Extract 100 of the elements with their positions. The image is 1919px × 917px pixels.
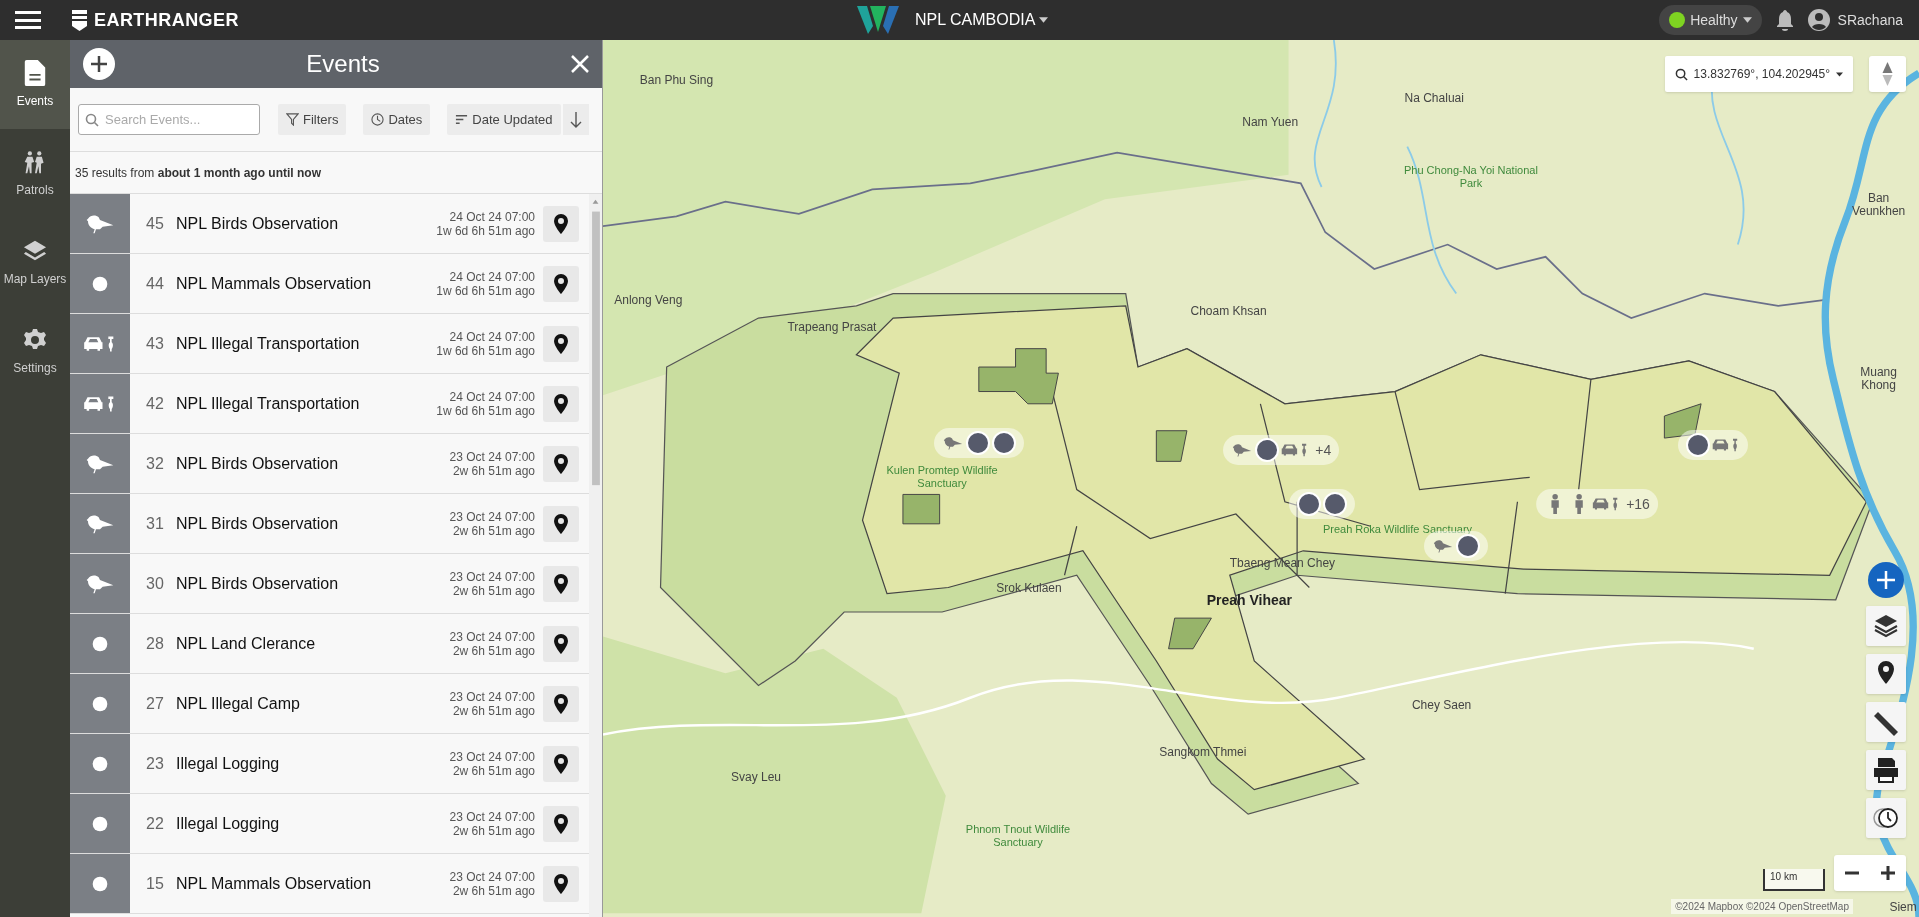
caret-icon (1742, 17, 1752, 23)
event-date: 23 Oct 24 07:00 (449, 509, 535, 524)
event-cluster[interactable]: +16 (1536, 489, 1658, 520)
event-age: 2w 6h 51m ago (452, 703, 535, 718)
map-pin-icon (554, 513, 568, 534)
map-place-label: Preah Roka Wildlife Sanctuary (1322, 522, 1473, 536)
event-date: 24 Oct 24 07:00 (449, 389, 535, 404)
event-list-item[interactable]: 30 NPL Birds Observation 23 Oct 24 07:00 2w 6h 51m ago (70, 554, 589, 614)
sort-direction-button[interactable] (562, 104, 589, 135)
sort-button[interactable]: Date Updated (447, 104, 561, 135)
cluster-count: +16 (1626, 494, 1650, 514)
event-age: 2w 6h 51m ago (452, 583, 535, 598)
event-date: 23 Oct 24 07:00 (449, 689, 535, 704)
event-number: 45 (146, 213, 165, 234)
bell-icon[interactable] (1775, 9, 1794, 31)
event-list-item[interactable]: 27 NPL Illegal Camp 23 Oct 24 07:00 2w 6h 51m ago (70, 674, 589, 734)
event-cluster[interactable] (1678, 430, 1749, 461)
w-logo-icon (855, 4, 901, 36)
layers-button[interactable] (1866, 606, 1906, 646)
event-date: 23 Oct 24 07:00 (449, 629, 535, 644)
map-place-label: Kulen Promtep Wildlife Sanctuary (885, 464, 999, 491)
ruler-button[interactable] (1866, 702, 1906, 742)
event-title: NPL Mammals Observation (176, 873, 373, 894)
event-number: 42 (146, 393, 165, 414)
event-number: 27 (146, 693, 165, 714)
event-number: 28 (146, 633, 165, 654)
event-number: 44 (146, 273, 165, 294)
event-date: 24 Oct 24 07:00 (449, 209, 535, 224)
search-field[interactable]: Search Events... (78, 104, 260, 135)
nav-tab[interactable]: Patrols (0, 129, 70, 218)
map-pin-icon (554, 333, 568, 354)
search-icon (85, 113, 99, 127)
close-icon[interactable] (571, 55, 589, 73)
event-cluster[interactable] (933, 427, 1024, 458)
event-list-item[interactable]: 15 NPL Mammals Observation 23 Oct 24 07:00 2w 6h 51m ago (70, 854, 589, 914)
menu-icon[interactable] (15, 10, 41, 30)
event-list-item[interactable]: 22 Illegal Logging 23 Oct 24 07:00 2w 6h 51m ago (70, 794, 589, 854)
locate-button[interactable] (543, 565, 579, 602)
map-place-label: Ban Veunkhen (1851, 192, 1906, 219)
event-date: 23 Oct 24 07:00 (449, 809, 535, 824)
site-selector[interactable]: NPL CAMBODIA (855, 0, 1049, 40)
caret-icon (1039, 17, 1049, 23)
scrollbar[interactable] (589, 194, 602, 917)
locate-button[interactable] (543, 325, 579, 362)
event-title: Illegal Logging (176, 813, 281, 834)
event-cluster[interactable] (1288, 489, 1355, 520)
event-date: 24 Oct 24 07:00 (449, 269, 535, 284)
locate-button[interactable] (543, 385, 579, 422)
add-event-button[interactable] (83, 48, 115, 80)
map-pin-button[interactable] (1866, 654, 1906, 694)
locate-button[interactable] (543, 505, 579, 542)
map-place-label: Choam Khsan (1190, 304, 1267, 318)
event-title: NPL Birds Observation (176, 513, 340, 534)
map-place-label: Phnom Tnout Wildlife Sanctuary (964, 823, 1072, 850)
nav-tab[interactable]: Settings (0, 307, 70, 396)
locate-button[interactable] (543, 625, 579, 662)
coordinate-search[interactable]: 13.832769°, 104.202945° (1664, 56, 1853, 92)
locate-button[interactable] (543, 265, 579, 302)
filters-button[interactable]: Filters (278, 104, 347, 135)
event-number: 30 (146, 573, 165, 594)
event-list-item[interactable]: 32 NPL Birds Observation 23 Oct 24 07:00 2w 6h 51m ago (70, 434, 589, 494)
event-title: NPL Illegal Transportation (176, 393, 361, 414)
event-age: 2w 6h 51m ago (452, 763, 535, 778)
dates-button[interactable]: Dates (363, 104, 431, 135)
user-menu[interactable]: SRachana (1807, 9, 1903, 31)
event-list-item[interactable]: 31 NPL Birds Observation 23 Oct 24 07:00 2w 6h 51m ago (70, 494, 589, 554)
event-list-item[interactable]: 42 NPL Illegal Transportation 24 Oct 24 07:00 1w 6d 6h 51m ago (70, 374, 589, 434)
map-place-label: Preah Vihear (1206, 593, 1293, 607)
printer-button[interactable] (1866, 750, 1906, 790)
add-button[interactable] (1868, 562, 1904, 598)
event-age: 1w 6d 6h 51m ago (436, 283, 535, 298)
health-status-button[interactable]: Healthy (1659, 5, 1762, 35)
nav-tab[interactable]: Map Layers (0, 218, 70, 307)
event-age: 1w 6d 6h 51m ago (436, 343, 535, 358)
locate-button[interactable] (543, 745, 579, 782)
event-list-item[interactable]: 43 NPL Illegal Transportation 24 Oct 24 07:00 1w 6d 6h 51m ago (70, 314, 589, 374)
nav-tab[interactable]: Events (0, 40, 70, 129)
locate-button[interactable] (543, 805, 579, 842)
map-place-label: Anlong Veng (614, 293, 683, 307)
brand-name: EARTHRANGER (94, 8, 239, 32)
compass-button[interactable] (1869, 56, 1906, 92)
map-pin-icon (554, 873, 568, 894)
map-place-label: Na Chaluai (1404, 91, 1464, 105)
event-list-item[interactable]: 44 NPL Mammals Observation 24 Oct 24 07:00 1w 6d 6h 51m ago (70, 254, 589, 314)
event-date: 23 Oct 24 07:00 (449, 749, 535, 764)
event-list-item[interactable]: 28 NPL Land Clerance 23 Oct 24 07:00 2w 6h 51m ago (70, 614, 589, 674)
map-pin-icon (554, 573, 568, 594)
locate-button[interactable] (543, 205, 579, 242)
event-cluster[interactable]: +4 (1223, 435, 1340, 466)
locate-button[interactable] (543, 865, 579, 902)
event-list-item[interactable]: 45 NPL Birds Observation 24 Oct 24 07:00 1w 6d 6h 51m ago (70, 194, 589, 254)
map-pin-icon (554, 453, 568, 474)
locate-button[interactable] (543, 445, 579, 482)
map-pin-icon (554, 393, 568, 414)
event-list-item[interactable]: 23 Illegal Logging 23 Oct 24 07:00 2w 6h 51m ago (70, 734, 589, 794)
clock-history-button[interactable] (1866, 798, 1906, 838)
locate-button[interactable] (543, 685, 579, 722)
event-number: 31 (146, 513, 165, 534)
event-age: 2w 6h 51m ago (452, 463, 535, 478)
map-place-label: Muang Khong (1859, 366, 1898, 393)
